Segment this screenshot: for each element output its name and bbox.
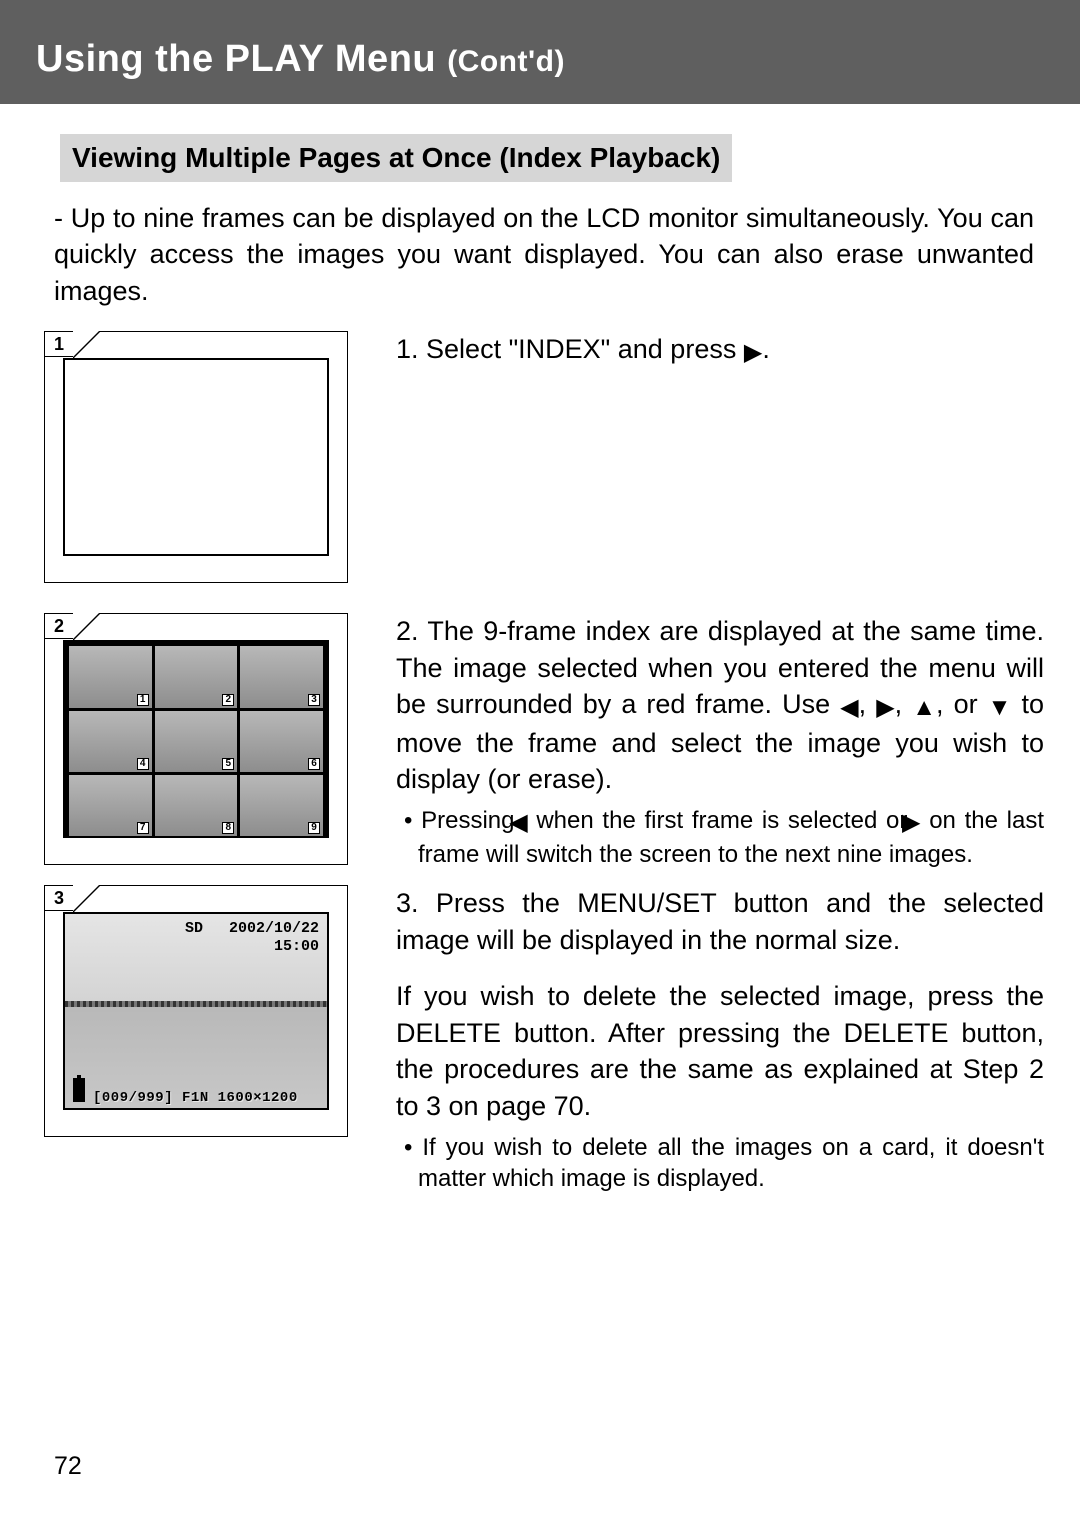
- title-main: Using the PLAY Menu: [36, 38, 436, 80]
- step-2-prefix: 2.: [396, 616, 427, 646]
- step-row-1: 1 1. Select "INDEX" and press ▶.: [44, 331, 1044, 591]
- figure-3-screen: SD 2002/10/22 15:00 [009/999] F1N 1600×1…: [63, 912, 329, 1110]
- section-heading: Viewing Multiple Pages at Once (Index Pl…: [60, 134, 732, 182]
- figure-2-screen: 1 2 3 4 5 6 7 8 9: [63, 640, 329, 838]
- page-number: 72: [54, 1452, 82, 1481]
- step-1-prefix: 1.: [396, 334, 426, 364]
- thumb-2: 2: [155, 646, 238, 707]
- step-1-a: Select "INDEX" and press: [426, 334, 744, 364]
- page-header: Using the PLAY Menu (Cont'd): [0, 0, 1080, 104]
- up-triangle-icon: ▲: [912, 692, 936, 724]
- thumb-7: 7: [69, 775, 152, 836]
- thumb-6: 6: [240, 711, 323, 772]
- thumb-4: 4: [69, 711, 152, 772]
- thumb-3: 3: [240, 646, 323, 707]
- step-3-prefix: 3.: [396, 888, 436, 918]
- intro-paragraph: Up to nine frames can be displayed on th…: [54, 200, 1034, 309]
- battery-icon: [73, 1078, 85, 1102]
- figure-1-number: 1: [44, 331, 74, 357]
- title-cont: (Cont'd): [447, 45, 565, 78]
- step-3-text: 3. Press the MENU/SET button and the sel…: [396, 885, 1044, 958]
- step-3-para2: If you wish to delete the selected image…: [396, 978, 1044, 1124]
- step-2-text: 2. The 9-frame index are displayed at th…: [396, 613, 1044, 797]
- thumb-5: 5: [155, 711, 238, 772]
- preview-overlay: SD 2002/10/22 15:00 [009/999] F1N 1600×1…: [65, 914, 327, 1110]
- figure-3-number: 3: [44, 885, 74, 911]
- thumb-9: 9: [240, 775, 323, 836]
- page-title: Using the PLAY Menu (Cont'd): [36, 38, 1044, 81]
- figure-3: 3 SD 2002/10/22 15:00 [009/999] F1N 1600…: [44, 885, 348, 1137]
- overlay-info: [009/999] F1N 1600×1200: [93, 1090, 321, 1106]
- figure-1: 1: [44, 331, 348, 583]
- step-3-bullet: If you wish to delete all the images on …: [396, 1132, 1044, 1194]
- thumb-1: 1: [69, 646, 152, 707]
- thumbnail-grid: 1 2 3 4 5 6 7 8 9: [65, 642, 327, 838]
- thumb-8: 8: [155, 775, 238, 836]
- overlay-date: 2002/10/22: [229, 920, 319, 937]
- overlay-time: 15:00: [274, 938, 319, 955]
- preview-image: SD 2002/10/22 15:00 [009/999] F1N 1600×1…: [65, 914, 327, 1110]
- right-triangle-icon: ▶: [876, 692, 894, 724]
- overlay-sd: SD: [185, 920, 203, 937]
- figure-2: 2 1 2 3 4 5 6 7 8 9: [44, 613, 348, 865]
- right-triangle-icon: ▶: [744, 337, 762, 369]
- step-row-3: 3 SD 2002/10/22 15:00 [009/999] F1N 1600…: [44, 885, 1044, 1194]
- page-content: Viewing Multiple Pages at Once (Index Pl…: [0, 104, 1080, 1194]
- down-triangle-icon: ▼: [988, 692, 1012, 724]
- figure-1-screen: [63, 358, 329, 556]
- step-1-b: .: [762, 334, 770, 364]
- left-triangle-icon: ◀: [840, 692, 858, 724]
- figure-2-number: 2: [44, 613, 74, 639]
- step-2-bullet: Pressing ◀ when the first frame is selec…: [396, 805, 1044, 869]
- manual-page: Using the PLAY Menu (Cont'd) Viewing Mul…: [0, 0, 1080, 1521]
- step-row-2: 2 1 2 3 4 5 6 7 8 9: [44, 613, 1044, 873]
- step-1-text: 1. Select "INDEX" and press ▶.: [396, 331, 1044, 369]
